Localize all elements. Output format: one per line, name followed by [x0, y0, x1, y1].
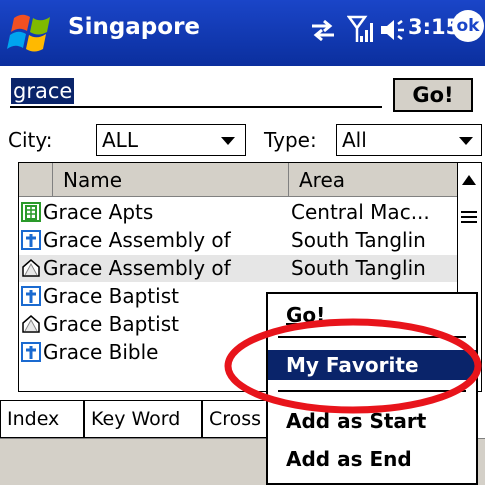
list-header: Name Area	[19, 163, 457, 197]
search-text: grace	[11, 78, 75, 104]
menu-item-add-as-end[interactable]: Add as End	[268, 444, 476, 474]
title-bar: Singapore 3:15 ok	[0, 0, 485, 66]
house-icon	[21, 314, 41, 334]
header-spacer	[19, 163, 53, 197]
tab-index[interactable]: Index	[0, 400, 84, 438]
list-item[interactable]: Grace Apts Central Mac...	[19, 199, 457, 226]
church-cross-icon	[21, 230, 41, 250]
windows-start-icon[interactable]	[6, 8, 58, 58]
connectivity-icon[interactable]	[310, 18, 336, 42]
menu-item-go[interactable]: Go!	[268, 300, 476, 330]
menu-item-my-favorite[interactable]: My Favorite	[268, 350, 476, 380]
list-item[interactable]: Grace Assembly of South Tanglin	[19, 227, 457, 254]
go-button[interactable]: Go!	[393, 78, 473, 112]
signal-icon[interactable]	[347, 14, 375, 44]
menu-separator	[278, 390, 466, 392]
type-label: Type:	[264, 128, 317, 152]
list-item-area: Central Mac...	[291, 200, 430, 224]
city-value: ALL	[102, 128, 138, 152]
chevron-down-icon	[459, 137, 473, 145]
list-item-name: Grace Assembly of	[43, 256, 231, 280]
ok-button[interactable]: ok	[452, 10, 484, 42]
church-cross-icon	[21, 286, 41, 306]
column-header-area[interactable]: Area	[289, 163, 457, 197]
city-label: City:	[8, 128, 53, 152]
building-icon	[21, 202, 41, 222]
menu-separator	[278, 336, 466, 338]
scroll-up-icon[interactable]	[462, 175, 476, 185]
context-menu: Go! My Favorite Add as Start Add as End	[266, 292, 478, 485]
app-title: Singapore	[68, 14, 201, 40]
church-cross-icon	[21, 342, 41, 362]
tab-key-word[interactable]: Key Word	[84, 400, 202, 438]
house-icon	[21, 258, 41, 278]
type-dropdown[interactable]: All	[336, 124, 482, 156]
chevron-down-icon	[221, 137, 235, 145]
city-dropdown[interactable]: ALL	[96, 124, 246, 156]
list-item-name: Grace Assembly of	[43, 228, 231, 252]
list-item-area: South Tanglin	[291, 256, 426, 280]
list-item[interactable]: Grace Assembly of South Tanglin	[19, 255, 457, 282]
list-item-area: South Tanglin	[291, 228, 426, 252]
column-header-name[interactable]: Name	[53, 163, 289, 197]
list-item-name: Grace Baptist	[43, 312, 179, 336]
list-item-name: Grace Apts	[43, 200, 154, 224]
list-item-name: Grace Bible	[43, 340, 159, 364]
type-value: All	[342, 128, 367, 152]
list-item-name: Grace Baptist	[43, 284, 179, 308]
scroll-thumb-icon[interactable]	[461, 211, 477, 223]
volume-icon[interactable]	[378, 17, 406, 43]
menu-item-add-as-start[interactable]: Add as Start	[268, 406, 476, 436]
